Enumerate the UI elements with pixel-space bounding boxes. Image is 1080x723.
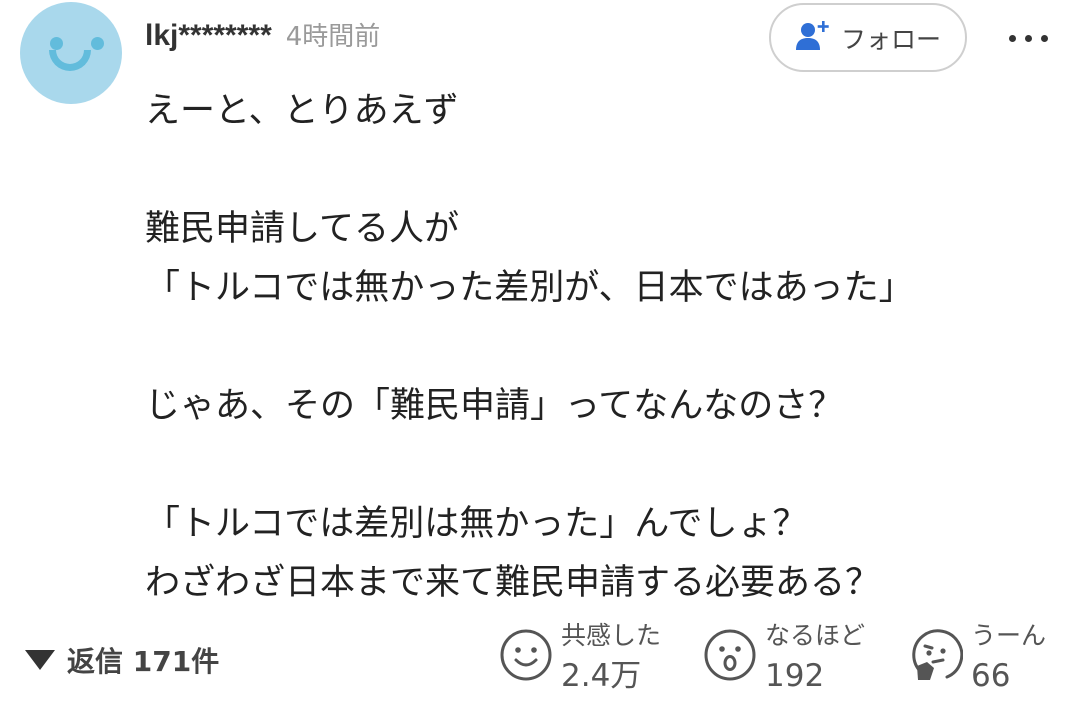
follow-label: フォロー bbox=[840, 24, 941, 54]
comment-header: lkj******** 4時間前 bbox=[145, 16, 380, 56]
add-user-icon bbox=[795, 19, 831, 57]
comment-line: わざわざ日本まで来て難民申請する必要ある？ bbox=[145, 563, 881, 603]
more-dot-icon bbox=[1040, 34, 1048, 42]
comment-line bbox=[145, 318, 1045, 377]
reaction-count: 192 bbox=[765, 658, 825, 694]
reaction-insightful-button[interactable]: なるほど 192 bbox=[703, 618, 865, 698]
avatar-mouth bbox=[49, 50, 91, 71]
avatar-right-eye bbox=[91, 37, 104, 50]
replies-toggle-button[interactable]: 返信 171件 bbox=[25, 638, 219, 682]
comment-line bbox=[145, 141, 1045, 200]
reaction-text: うーん 66 bbox=[971, 618, 1046, 698]
reaction-text: なるほど 192 bbox=[765, 618, 865, 698]
comment-line: 「トルコでは差別は無かった」んでしょ？ bbox=[145, 504, 808, 544]
replies-label: 返信 171件 bbox=[67, 645, 220, 678]
comment-line: えーと、とりあえず bbox=[145, 91, 459, 131]
user-avatar[interactable] bbox=[20, 2, 122, 104]
more-options-button[interactable] bbox=[1000, 18, 1056, 58]
comment-line: 「トルコでは無かった差別が、日本ではあった」 bbox=[145, 268, 914, 308]
more-dot-icon bbox=[1008, 34, 1016, 42]
reaction-count: 66 bbox=[971, 658, 1011, 694]
triangle-down-icon bbox=[25, 650, 55, 670]
reaction-empathize-button[interactable]: 共感した 2.4万 bbox=[499, 618, 661, 698]
username[interactable]: lkj******** bbox=[145, 19, 272, 53]
reaction-count: 2.4万 bbox=[561, 658, 642, 694]
smile-face-icon bbox=[499, 628, 553, 686]
timestamp: 4時間前 bbox=[285, 22, 381, 52]
reaction-label: うーん bbox=[971, 621, 1047, 650]
reaction-label: なるほど bbox=[765, 621, 866, 650]
reaction-label: 共感した bbox=[561, 621, 662, 650]
reaction-text: 共感した 2.4万 bbox=[561, 618, 661, 698]
avatar-left-eye bbox=[50, 37, 63, 50]
reaction-hmm-button[interactable]: うーん 66 bbox=[907, 618, 1046, 698]
comment-body: えーと、とりあえず 難民申請してる人が 「トルコでは無かった差別が、日本ではあっ… bbox=[145, 82, 1045, 613]
follow-button[interactable]: フォロー bbox=[769, 3, 967, 72]
comment-line: じゃあ、その「難民申請」ってなんなのさ？ bbox=[145, 386, 844, 426]
surprised-face-icon bbox=[703, 628, 757, 686]
comment-line bbox=[145, 436, 1045, 495]
comment-line: 難民申請してる人が bbox=[145, 209, 459, 249]
thinking-face-icon bbox=[907, 628, 964, 688]
more-dot-icon bbox=[1024, 34, 1032, 42]
